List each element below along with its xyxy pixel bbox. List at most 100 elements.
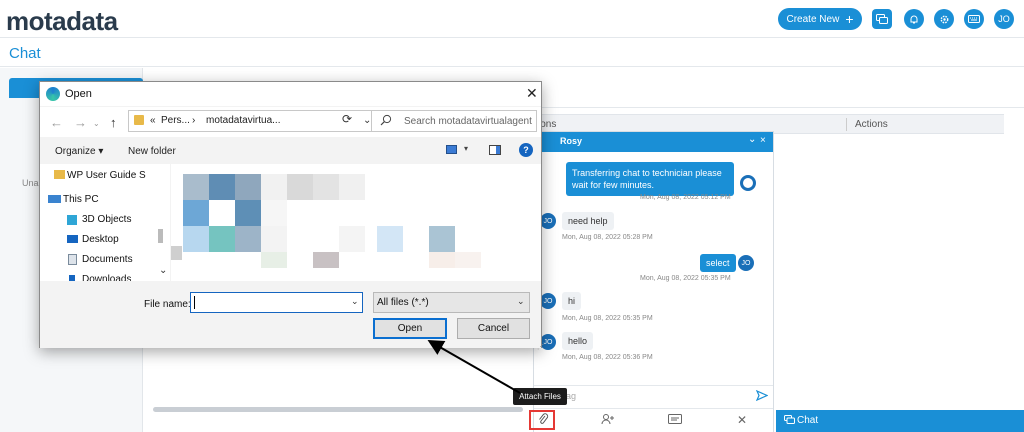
- nav-item-this-pc[interactable]: This PC: [63, 194, 99, 205]
- message-timestamp: Mon, Aug 08, 2022 05:36 PM: [562, 354, 653, 361]
- recent-dropdown-icon[interactable]: ⌄: [93, 119, 100, 128]
- canned-response-icon[interactable]: [668, 413, 682, 427]
- page-title-bar: Chat: [0, 39, 1024, 67]
- preview-pane-icon[interactable]: [489, 145, 501, 155]
- send-icon[interactable]: [755, 389, 769, 404]
- chat-tab[interactable]: Chat: [776, 410, 1024, 432]
- message-timestamp: Mon, Aug 08, 2022 05:12 PM: [640, 194, 731, 201]
- file-thumbnail[interactable]: [183, 226, 209, 252]
- navigation-pane: WP User Guide S This PC 3D Objects Deskt…: [40, 164, 170, 281]
- file-thumbnail[interactable]: [209, 174, 235, 200]
- file-thumbnail[interactable]: [261, 252, 287, 268]
- file-thumbnail[interactable]: [261, 226, 287, 252]
- chevron-down-icon[interactable]: ⌄: [351, 296, 359, 307]
- desktop-icon: [67, 235, 78, 243]
- view-dropdown-icon[interactable]: ▾: [464, 144, 468, 153]
- end-chat-icon[interactable]: ✕: [737, 413, 747, 427]
- cancel-button[interactable]: Cancel: [457, 318, 530, 339]
- page-title: Chat: [9, 45, 41, 62]
- attach-files-tooltip: Attach Files: [513, 388, 567, 405]
- file-thumbnail: [171, 246, 182, 260]
- cube-icon: [67, 215, 77, 225]
- organize-button[interactable]: Organize ▾: [55, 146, 103, 157]
- refresh-icon[interactable]: ⟳: [342, 112, 352, 126]
- file-type-select[interactable]: All files (*.*) ⌄: [373, 292, 530, 313]
- resize-grip-icon[interactable]: ⋰: [537, 343, 544, 351]
- bot-avatar: [740, 175, 756, 191]
- new-folder-button[interactable]: New folder: [128, 146, 176, 157]
- bell-icon[interactable]: [904, 9, 924, 29]
- left-panel-label: Una: [22, 178, 39, 188]
- file-thumbnail[interactable]: [429, 226, 455, 252]
- view-options-icon[interactable]: [446, 145, 457, 154]
- dialog-close-icon[interactable]: ✕: [526, 85, 538, 102]
- file-thumbnail[interactable]: [235, 226, 261, 252]
- file-thumbnail[interactable]: [235, 200, 261, 226]
- nav-item-downloads[interactable]: Downloads: [82, 274, 131, 281]
- chat-bubbles-icon[interactable]: [872, 9, 892, 29]
- scroll-thumb[interactable]: [158, 229, 163, 243]
- add-user-icon[interactable]: [601, 413, 615, 428]
- keyboard-icon[interactable]: [964, 9, 984, 29]
- file-thumbnail[interactable]: [429, 252, 455, 268]
- create-new-button[interactable]: Create New +: [778, 8, 862, 30]
- user-avatar: JO: [540, 293, 556, 309]
- minimize-icon[interactable]: ⌄: [748, 134, 756, 145]
- chat-message-incoming: hi: [562, 292, 582, 310]
- file-name-input[interactable]: ⌄: [190, 292, 363, 313]
- folder-icon: [134, 115, 144, 125]
- file-thumbnail[interactable]: [235, 174, 261, 200]
- file-thumbnail[interactable]: [287, 174, 313, 200]
- chat-input-row[interactable]: ag: [534, 385, 773, 407]
- path-separator: ›: [192, 115, 196, 126]
- path-segment[interactable]: motadatavirtua...: [206, 115, 280, 126]
- nav-item-wp-user-guide[interactable]: WP User Guide S: [67, 170, 146, 181]
- nav-item-documents[interactable]: Documents: [82, 254, 133, 265]
- file-list-pane: [171, 164, 541, 281]
- up-arrow-icon[interactable]: ↑: [110, 115, 117, 130]
- dialog-navigation-bar: ← → ⌄ ↑ « Pers... › motadatavirtua... ⌄ …: [40, 107, 541, 137]
- file-thumbnail[interactable]: [339, 226, 365, 252]
- nav-item-desktop[interactable]: Desktop: [82, 234, 119, 245]
- chat-message-incoming: need help: [562, 212, 614, 230]
- help-icon[interactable]: ?: [519, 143, 533, 157]
- file-thumbnail[interactable]: [209, 226, 235, 252]
- top-header: motadata Create New + JO: [0, 0, 1024, 38]
- document-icon: [68, 254, 77, 265]
- nav-item-3d-objects[interactable]: 3D Objects: [82, 214, 131, 225]
- horizontal-scrollbar[interactable]: [153, 407, 523, 412]
- chevron-down-icon[interactable]: ⌄: [517, 296, 525, 307]
- user-avatar[interactable]: JO: [994, 9, 1014, 29]
- path-segment[interactable]: Pers...: [161, 115, 190, 126]
- gear-icon[interactable]: [934, 9, 954, 29]
- navigation-scrollbar[interactable]: ⌄: [156, 164, 170, 281]
- folder-icon: [54, 170, 65, 179]
- search-input[interactable]: Search motadatavirtualagent: [371, 110, 537, 132]
- open-button[interactable]: Open: [373, 318, 447, 339]
- file-thumbnail[interactable]: [377, 226, 403, 252]
- file-thumbnail[interactable]: [183, 200, 209, 226]
- file-thumbnail[interactable]: [261, 174, 287, 200]
- file-thumbnail[interactable]: [455, 252, 481, 268]
- close-icon[interactable]: ×: [760, 135, 766, 146]
- file-thumbnail[interactable]: [313, 174, 339, 200]
- file-thumbnail[interactable]: [339, 174, 365, 200]
- file-name-label: File name:: [144, 299, 191, 310]
- file-thumbnail[interactable]: [183, 174, 209, 200]
- chat-message-incoming: hello: [562, 332, 594, 350]
- attach-highlight-box: [529, 410, 555, 430]
- chat-icon: [784, 415, 795, 428]
- file-thumbnail[interactable]: [209, 200, 235, 226]
- file-thumbnail[interactable]: [313, 252, 339, 268]
- motadata-logo[interactable]: motadata: [6, 6, 118, 37]
- download-icon: [69, 275, 75, 281]
- address-bar[interactable]: « Pers... › motadatavirtua... ⌄: [128, 110, 377, 132]
- file-thumbnail[interactable]: [261, 200, 287, 226]
- scroll-down-icon[interactable]: ⌄: [159, 265, 167, 276]
- path-overflow[interactable]: «: [150, 115, 156, 126]
- forward-arrow-icon[interactable]: →: [74, 115, 87, 130]
- edge-browser-icon: [46, 87, 60, 101]
- open-file-dialog: Open ✕ ← → ⌄ ↑ « Pers... › motadatavirtu…: [39, 81, 544, 351]
- search-placeholder: Search motadatavirtualagent: [404, 116, 532, 127]
- back-arrow-icon[interactable]: ←: [50, 115, 63, 130]
